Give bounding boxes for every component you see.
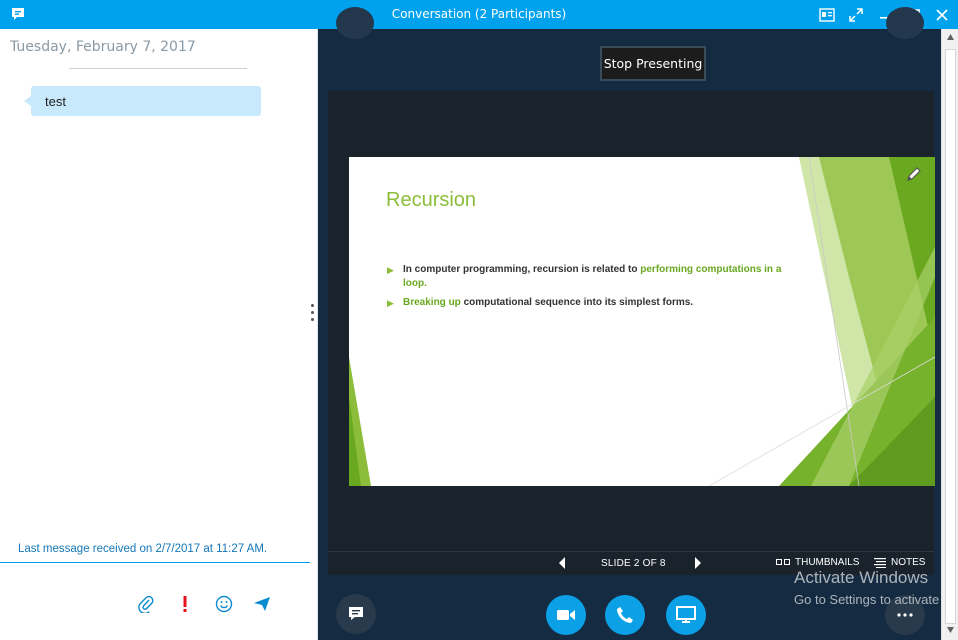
bullet-arrow-icon: ▶ bbox=[387, 298, 394, 308]
next-slide-icon[interactable] bbox=[690, 555, 706, 571]
notes-icon bbox=[874, 557, 886, 568]
bullet-text: computational sequence into its simplest… bbox=[460, 297, 694, 308]
bullet-text: . bbox=[424, 278, 427, 289]
bullet-highlight: Breaking up bbox=[403, 297, 461, 308]
exclamation-icon[interactable] bbox=[175, 594, 195, 614]
message-bubble-tail bbox=[24, 96, 31, 106]
smiley-icon[interactable] bbox=[214, 594, 234, 614]
message-bubble: test bbox=[31, 86, 261, 116]
message-compose-input[interactable] bbox=[0, 563, 310, 623]
scroll-down-icon[interactable] bbox=[946, 625, 955, 634]
scroll-up-icon[interactable] bbox=[946, 33, 955, 42]
scrollbar-thumb[interactable] bbox=[945, 49, 956, 624]
slide-bullet: ▶ In computer programming, recursion is … bbox=[387, 263, 797, 291]
notes-button[interactable]: NOTES bbox=[874, 557, 925, 568]
thumbnails-label: THUMBNAILS bbox=[795, 557, 860, 568]
bullet-arrow-icon: ▶ bbox=[387, 265, 394, 275]
notes-label: NOTES bbox=[891, 557, 926, 568]
present-button[interactable] bbox=[666, 595, 706, 635]
participant-avatar bbox=[886, 7, 924, 39]
ellipsis-icon bbox=[897, 613, 913, 617]
participant-avatar bbox=[336, 7, 374, 39]
previous-slide-icon[interactable] bbox=[554, 555, 570, 571]
vertical-scrollbar[interactable] bbox=[941, 29, 958, 640]
chat-button[interactable] bbox=[336, 594, 376, 634]
call-button[interactable] bbox=[605, 595, 645, 635]
conversation-date: Tuesday, February 7, 2017 bbox=[10, 39, 196, 55]
title-bar: Conversation (2 Participants) bbox=[0, 0, 958, 29]
slide-bullet: ▶ Breaking up computational sequence int… bbox=[387, 296, 797, 310]
stop-presenting-button[interactable]: Stop Presenting bbox=[600, 46, 706, 81]
date-divider bbox=[69, 68, 247, 69]
thumbnails-button[interactable]: THUMBNAILS bbox=[776, 557, 859, 568]
presentation-area: Stop Presenting Recursion ▶ In computer … bbox=[318, 7, 958, 640]
last-message-status: Last message received on 2/7/2017 at 11:… bbox=[18, 543, 268, 555]
window-title: Conversation (2 Participants) bbox=[391, 7, 567, 21]
contact-card-button[interactable] bbox=[816, 4, 838, 26]
send-icon[interactable] bbox=[252, 594, 272, 614]
activation-watermark-title: Activate Windows bbox=[794, 568, 929, 587]
fullscreen-button[interactable] bbox=[845, 4, 867, 26]
pencil-icon[interactable] bbox=[905, 165, 923, 183]
conversation-pane: Tuesday, February 7, 2017 test Last mess… bbox=[0, 29, 318, 640]
slide-stage: Recursion ▶ In computer programming, rec… bbox=[328, 91, 935, 575]
close-button[interactable] bbox=[931, 4, 953, 26]
bullet-text: In computer programming, recursion is re… bbox=[403, 264, 641, 275]
video-button[interactable] bbox=[546, 595, 586, 635]
slide: Recursion ▶ In computer programming, rec… bbox=[349, 157, 935, 486]
activation-watermark-subtitle: Go to Settings to activate bbox=[794, 592, 940, 607]
slide-title: Recursion bbox=[386, 189, 477, 211]
paperclip-icon[interactable] bbox=[136, 594, 156, 614]
monitor-icon bbox=[676, 606, 696, 623]
chat-icon bbox=[349, 607, 363, 620]
phone-icon bbox=[617, 607, 633, 623]
pane-splitter[interactable] bbox=[311, 304, 314, 328]
video-camera-icon bbox=[557, 610, 575, 620]
slide-counter: SLIDE 2 OF 8 bbox=[601, 558, 666, 569]
thumbnails-icon bbox=[776, 558, 790, 565]
